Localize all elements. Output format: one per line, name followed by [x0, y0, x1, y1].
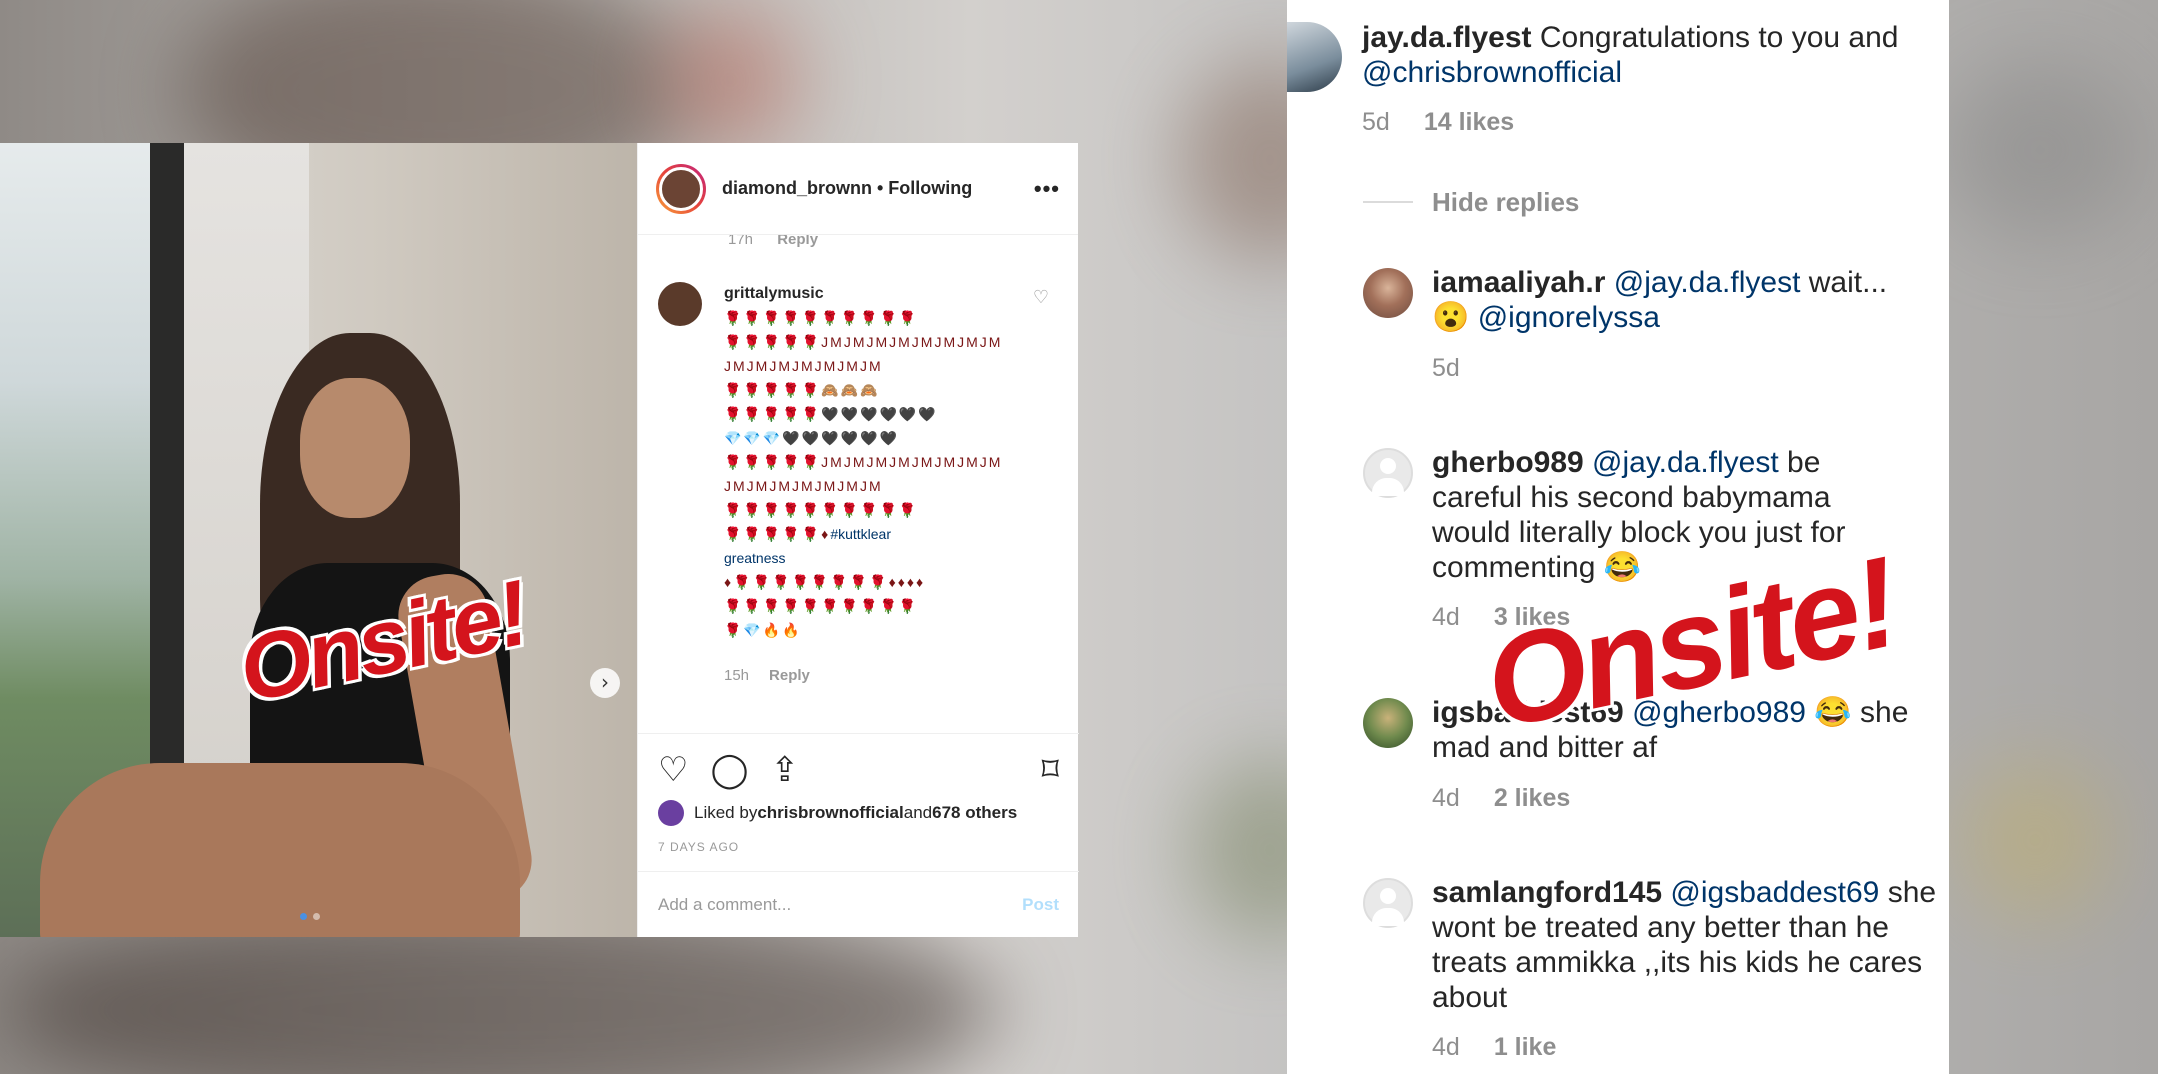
mention-link[interactable]: @igsbaddest69: [1662, 876, 1879, 909]
comment-meta: 4d 2 likes: [1432, 784, 1570, 813]
commenter-username[interactable]: gherbo989: [1432, 446, 1584, 479]
hashtag-link[interactable]: greatness: [724, 546, 1004, 570]
comment-line: 💎💎💎🖤🖤🖤🖤🖤🖤: [724, 430, 899, 446]
comment-line: 🌹🌹🌹🌹🌹🙈🙈🙈: [724, 382, 880, 398]
carousel-next-icon[interactable]: ›: [590, 668, 620, 698]
comment-line: 🌹🌹🌹🌹🌹🌹🌹🌹🌹🌹: [724, 310, 919, 326]
carousel-dots: [300, 913, 320, 920]
reply-comment: iamaaliyah.r @jay.da.flyest wait... 😮 @i…: [1432, 265, 1932, 335]
comment-line: 🌹🌹🌹🌹🌹🖤🖤🖤🖤🖤🖤: [724, 406, 938, 422]
comment-likes[interactable]: 1 like: [1494, 1033, 1557, 1061]
reply-link[interactable]: Reply: [769, 667, 810, 684]
liked-by-row: Liked by chrisbrownofficial and 678 othe…: [658, 800, 1059, 826]
liker-avatar: [658, 800, 684, 826]
liked-by-and: and: [903, 803, 933, 822]
like-heart-icon[interactable]: ♡: [658, 750, 688, 790]
comment-line: 🌹🌹🌹🌹🌹JMJMJMJMJMJMJMJM: [724, 454, 1003, 470]
comment-time: 4d: [1432, 603, 1460, 631]
poster-avatar[interactable]: [656, 163, 706, 214]
post-comment-button[interactable]: Post: [1022, 895, 1059, 915]
commenter-avatar[interactable]: [1363, 268, 1413, 318]
default-avatar-icon[interactable]: [1363, 448, 1413, 498]
post-photo: ›: [0, 143, 637, 937]
action-icons: ♡ ◯ ⇪ ⌑: [658, 750, 1059, 790]
instagram-post-card: › diamond_brownn • Following ••• 17h Rep…: [0, 143, 1079, 937]
previous-comment-meta: 17h Reply: [658, 235, 1059, 248]
mention-link[interactable]: @jay.da.flyest: [1584, 446, 1779, 479]
comment-line: 🌹🌹🌹🌹🌹♦: [724, 526, 831, 542]
comment-line: ♦🌹🌹🌹🌹🌹🌹🌹🌹♦♦♦♦: [724, 574, 926, 590]
mention-link[interactable]: @chrisbrownofficial: [1362, 56, 1622, 89]
comment-line: 🌹🌹🌹🌹🌹JMJMJMJMJMJMJMJM: [724, 334, 1003, 350]
comment-time: 5d: [1362, 108, 1390, 136]
divider-line: [1363, 201, 1413, 203]
post-actions: ♡ ◯ ⇪ ⌑ Liked by chrisbrownofficial and …: [638, 733, 1079, 854]
comment-time: 17h: [728, 235, 754, 248]
post-sidebar: diamond_brownn • Following ••• 17h Reply…: [637, 143, 1079, 937]
commenter-avatar[interactable]: [1363, 698, 1413, 748]
commenter-username[interactable]: grittalymusic: [724, 282, 1004, 306]
comment-body: wait...: [1800, 266, 1888, 299]
surprised-emoji-icon: 😮: [1432, 301, 1470, 334]
comment-like-heart-icon[interactable]: ♡: [1033, 287, 1049, 308]
comment-time: 4d: [1432, 784, 1460, 812]
liked-by-prefix: Liked by: [694, 803, 758, 822]
commenter-username[interactable]: samlangford145: [1432, 876, 1662, 909]
comment-meta: 15h Reply: [724, 664, 1004, 688]
comment-body: Congratulations to you and: [1531, 21, 1899, 54]
comments-list: 17h Reply grittalymusic 🌹🌹🌹🌹🌹🌹🌹🌹🌹🌹 🌹🌹🌹🌹🌹…: [638, 235, 1079, 735]
hide-replies-button[interactable]: Hide replies: [1432, 187, 1579, 218]
comment-time: 5d: [1432, 354, 1460, 382]
more-options-icon[interactable]: •••: [1034, 176, 1060, 202]
comment-line: 🌹🌹🌹🌹🌹🌹🌹🌹🌹🌹: [724, 598, 919, 614]
comment-meta: 4d 1 like: [1432, 1033, 1556, 1062]
reply-comment: samlangford145 @igsbaddest69 she wont be…: [1432, 875, 1942, 1015]
top-comment-text: jay.da.flyest Congratulations to you and…: [1362, 20, 1932, 90]
commenter-username[interactable]: jay.da.flyest: [1362, 21, 1532, 54]
carousel-dot-active: [300, 913, 307, 920]
hashtag-link[interactable]: #kuttklear: [830, 526, 891, 542]
reply-link[interactable]: Reply: [777, 235, 818, 248]
liked-by-count[interactable]: 678 others: [932, 803, 1017, 823]
commenter-avatar[interactable]: [1287, 22, 1342, 92]
add-comment-bar: Add a comment... Post: [638, 871, 1079, 937]
carousel-dot: [313, 913, 320, 920]
commenter-avatar[interactable]: [658, 282, 702, 326]
liked-by-user[interactable]: chrisbrownofficial: [757, 803, 903, 823]
post-header: diamond_brownn • Following •••: [638, 143, 1078, 235]
comment-likes[interactable]: 14 likes: [1424, 108, 1514, 136]
comment-line: 🌹💎🔥🔥: [724, 622, 802, 638]
comment-time: 15h: [724, 667, 750, 684]
comment-time: 4d: [1432, 1033, 1460, 1061]
comment-line: 🌹🌹🌹🌹🌹🌹🌹🌹🌹🌹: [724, 502, 919, 518]
poster-username[interactable]: diamond_brownn • Following: [722, 178, 972, 199]
commenter-username[interactable]: iamaaliyah.r: [1432, 266, 1605, 299]
add-comment-input[interactable]: Add a comment...: [658, 895, 791, 915]
comment-line: JMJMJMJMJMJMJM: [724, 358, 883, 374]
comment-likes[interactable]: 2 likes: [1494, 784, 1570, 812]
default-avatar-icon[interactable]: [1363, 878, 1413, 928]
mention-link[interactable]: @jay.da.flyest: [1605, 266, 1801, 299]
comment-item: grittalymusic 🌹🌹🌹🌹🌹🌹🌹🌹🌹🌹 🌹🌹🌹🌹🌹JMJMJMJMJM…: [658, 282, 1059, 688]
share-icon[interactable]: ⇪: [771, 750, 800, 790]
comment-meta: 5d: [1432, 354, 1460, 383]
comment-meta: 5d 14 likes: [1362, 108, 1514, 137]
mention-link[interactable]: @ignorelyssa: [1469, 301, 1660, 334]
comment-bubble-icon[interactable]: ◯: [710, 750, 748, 790]
post-date: 7 DAYS AGO: [658, 840, 740, 854]
bookmark-icon[interactable]: ⌑: [1042, 750, 1059, 790]
comment-line: JMJMJMJMJMJMJM: [724, 478, 883, 494]
